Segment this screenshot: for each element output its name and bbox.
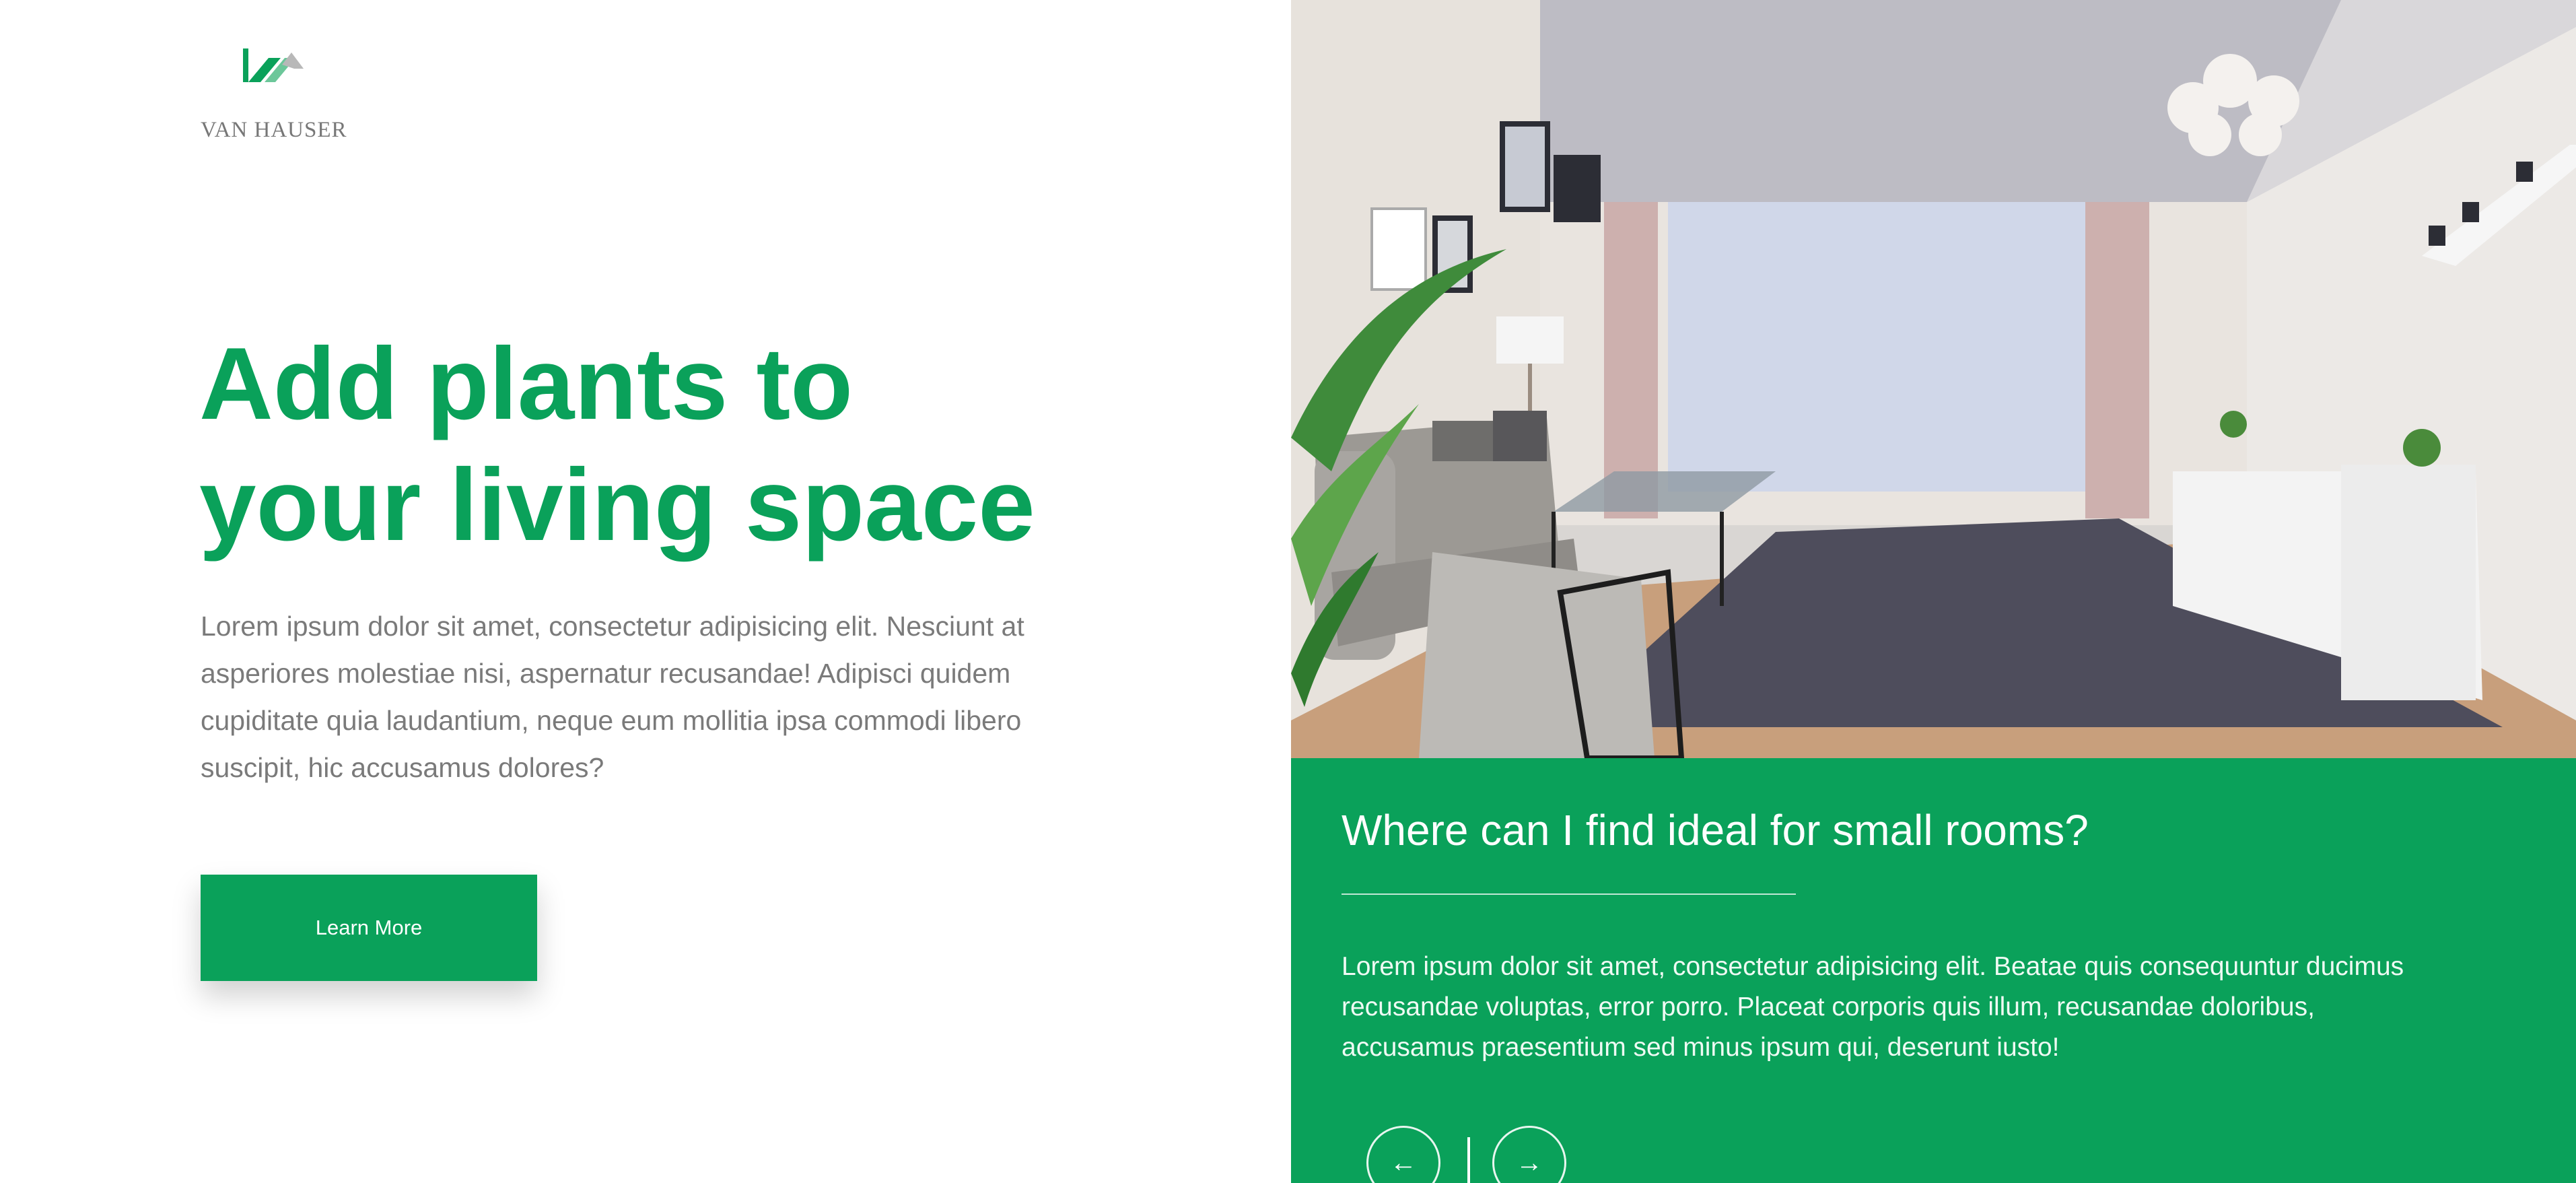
slider-nav-divider xyxy=(1467,1137,1470,1183)
info-description: Lorem ipsum dolor sit amet, consectetur … xyxy=(1342,952,2404,1062)
hero-title-line-1: Add plants to xyxy=(199,327,854,441)
arrow-right-icon: → xyxy=(1516,1148,1543,1178)
living-room-photo xyxy=(1291,0,2576,758)
landing-page: VAN HAUSER Add plants to your living spa… xyxy=(0,0,2576,1183)
feature-panel: Where can I find ideal for small rooms? … xyxy=(1291,0,2576,1183)
hero-panel: VAN HAUSER Add plants to your living spa… xyxy=(0,0,1291,1183)
brand-logo[interactable]: VAN HAUSER xyxy=(201,48,347,149)
hero-title-line-2: your living space xyxy=(199,448,1035,562)
next-slide-button[interactable]: → xyxy=(1492,1126,1566,1183)
info-card: Where can I find ideal for small rooms? … xyxy=(1291,758,2576,1183)
previous-slide-button[interactable]: ← xyxy=(1366,1126,1440,1183)
hero-title: Add plants to your living space xyxy=(199,323,1209,566)
living-room-illustration xyxy=(1291,0,2576,758)
van-hauser-logo-icon xyxy=(243,48,304,82)
arrow-left-icon: ← xyxy=(1390,1148,1417,1178)
info-title: Where can I find ideal for small rooms? xyxy=(1342,806,2089,854)
learn-more-button[interactable]: Learn More xyxy=(201,875,537,981)
brand-name: VAN HAUSER xyxy=(201,118,347,142)
info-divider xyxy=(1342,893,1796,895)
hero-description: Lorem ipsum dolor sit amet, consectetur … xyxy=(201,611,1024,783)
